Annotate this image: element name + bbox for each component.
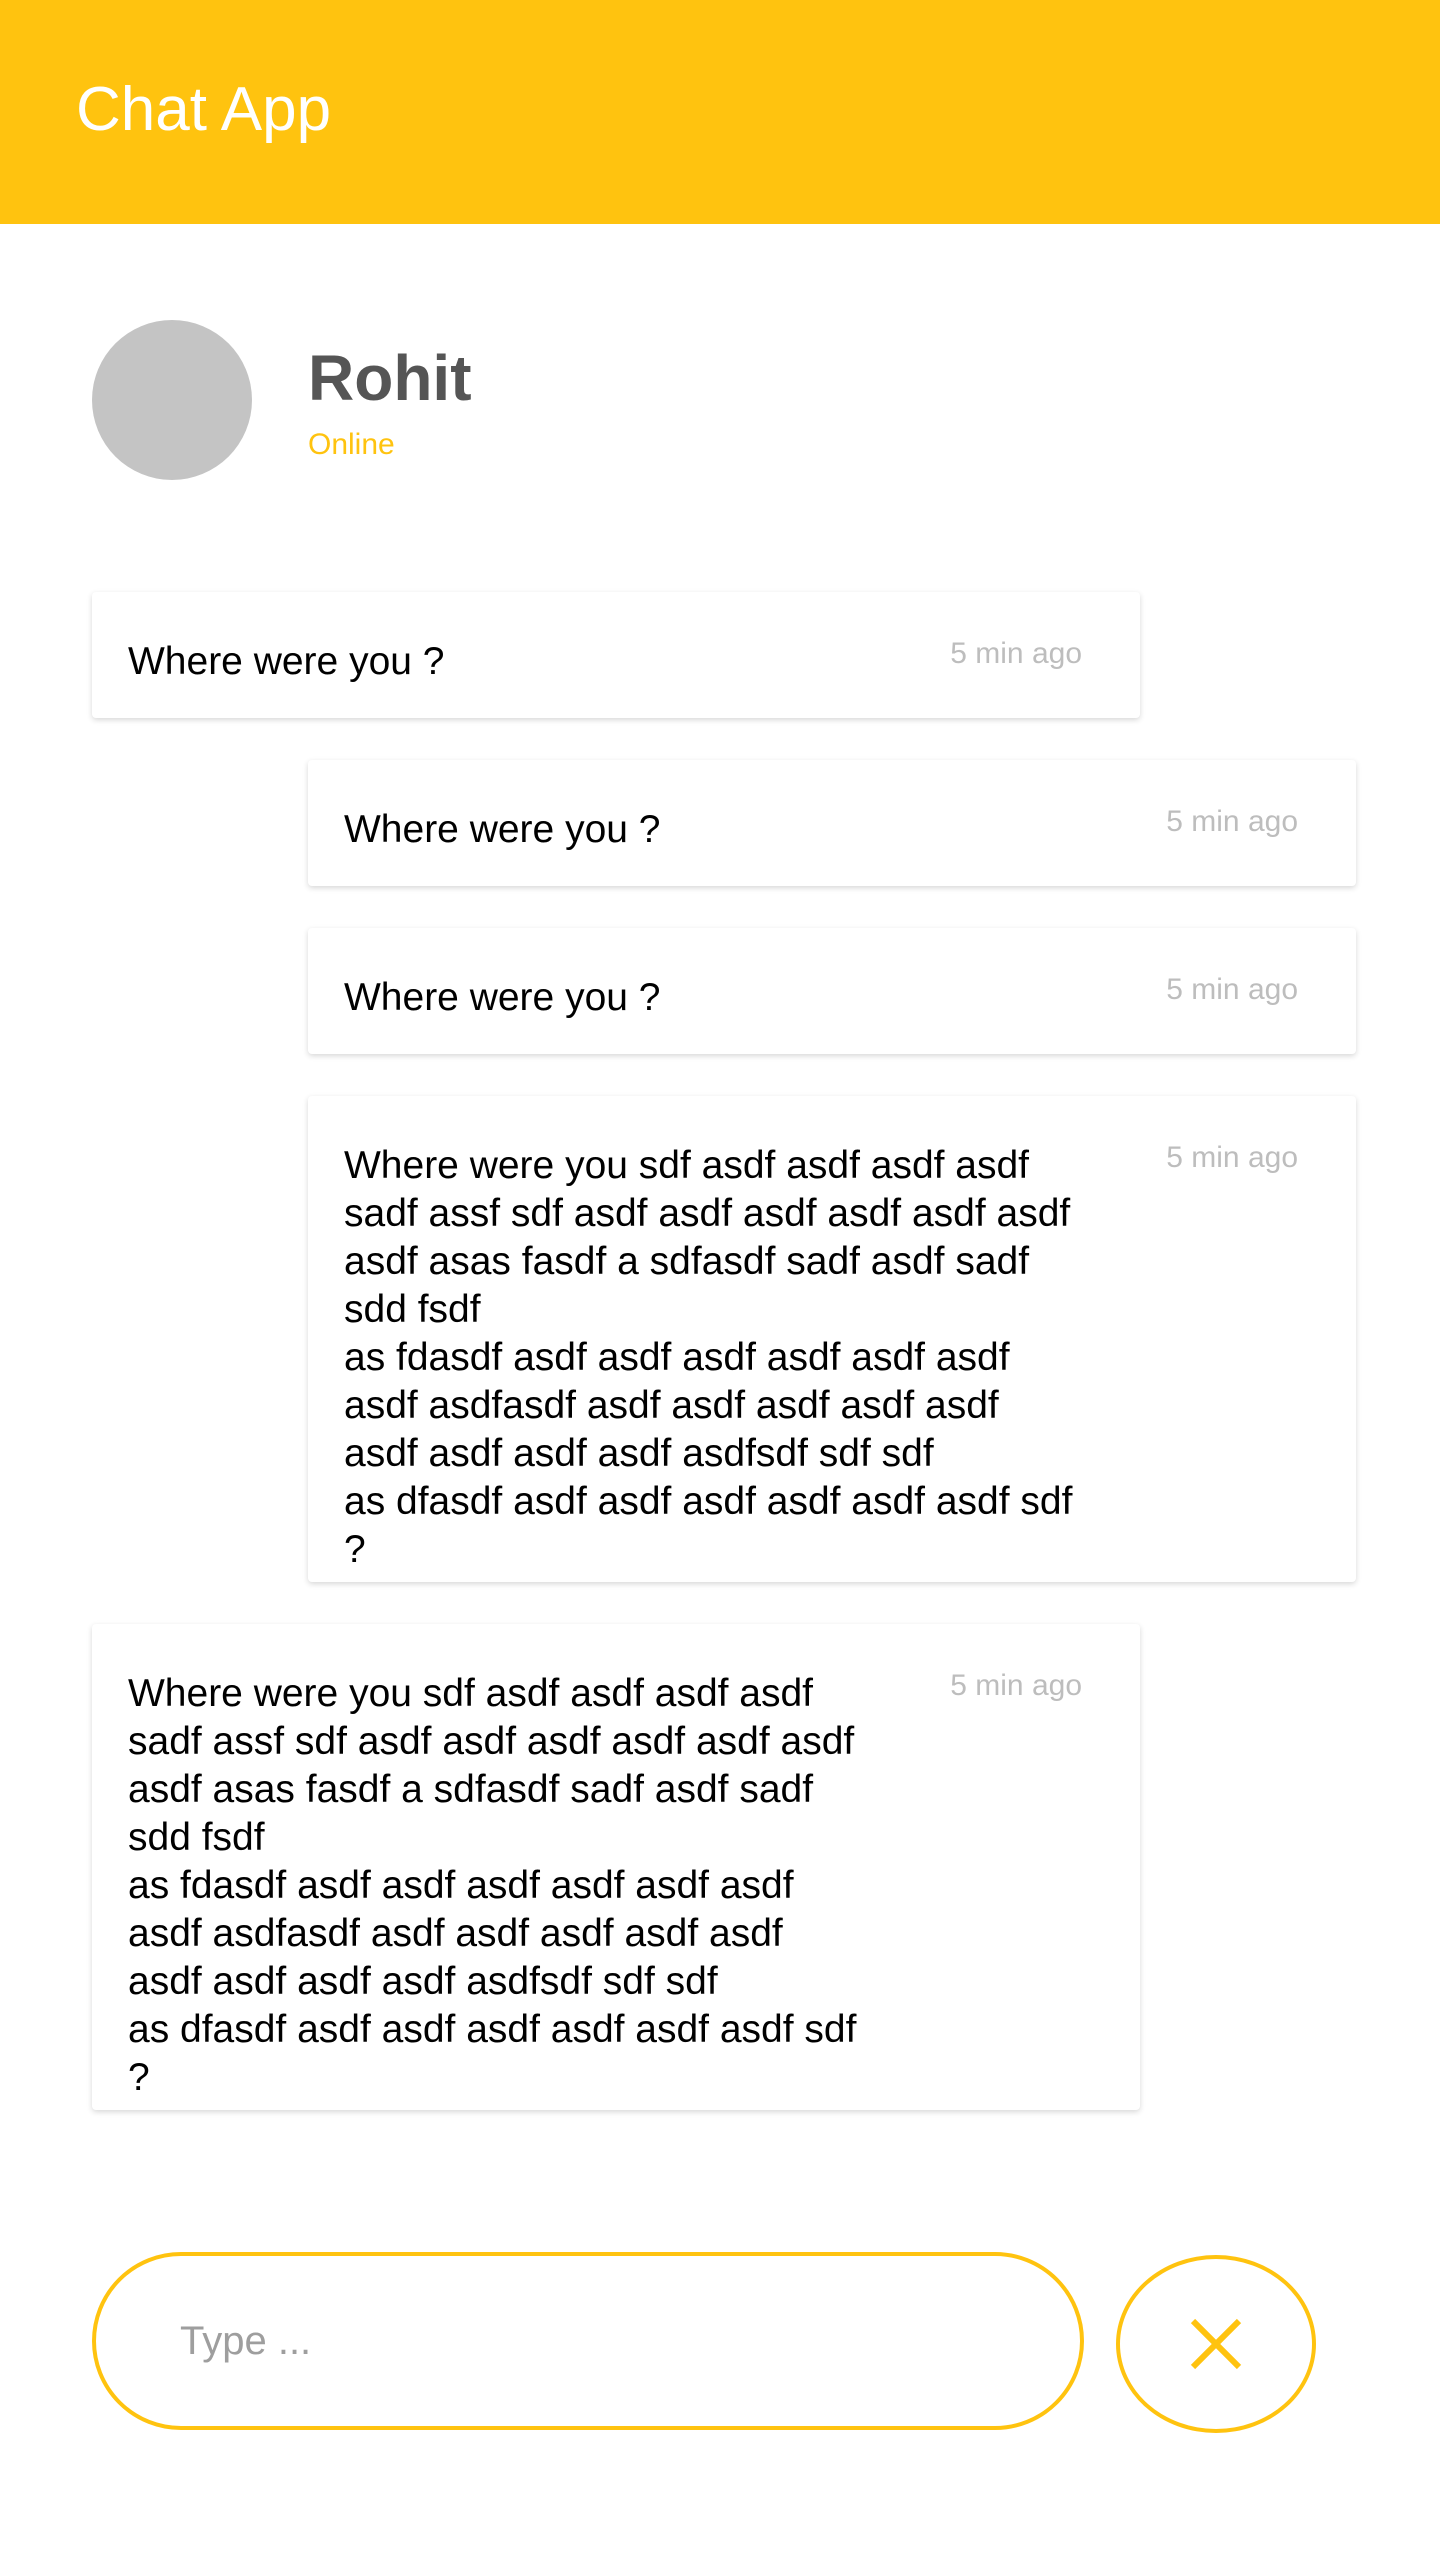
close-button[interactable] xyxy=(1116,2255,1316,2433)
app-bar: Chat App xyxy=(0,0,1440,224)
message-bubble-sent[interactable]: Where were you ? 5 min ago xyxy=(308,760,1356,886)
contact-name: Rohit xyxy=(308,342,472,414)
message-text: Where were you ? xyxy=(128,640,445,683)
message-timestamp: 5 min ago xyxy=(1166,973,1298,1006)
message-bubble-received[interactable]: Where were you ? 5 min ago xyxy=(92,592,1140,718)
message-text: Where were you sdf asdf asdf asdf asdf s… xyxy=(344,1144,1073,1571)
message-timestamp: 5 min ago xyxy=(950,637,1082,670)
app-title: Chat App xyxy=(76,75,332,144)
message-timestamp: 5 min ago xyxy=(1166,1141,1298,1174)
message-timestamp: 5 min ago xyxy=(1166,805,1298,838)
message-text: Where were you ? xyxy=(344,808,661,851)
message-input[interactable] xyxy=(92,2252,1084,2430)
message-text: Where were you ? xyxy=(344,976,661,1019)
avatar[interactable] xyxy=(92,320,252,480)
message-text: Where were you sdf asdf asdf asdf asdf s… xyxy=(128,1672,857,2099)
message-timestamp: 5 min ago xyxy=(950,1669,1082,1702)
message-bubble-sent[interactable]: Where were you sdf asdf asdf asdf asdf s… xyxy=(308,1096,1356,1582)
close-icon xyxy=(1189,2317,1243,2371)
contact-status: Online xyxy=(308,428,395,461)
message-bubble-sent[interactable]: Where were you ? 5 min ago xyxy=(308,928,1356,1054)
message-bubble-received[interactable]: Where were you sdf asdf asdf asdf asdf s… xyxy=(92,1624,1140,2110)
